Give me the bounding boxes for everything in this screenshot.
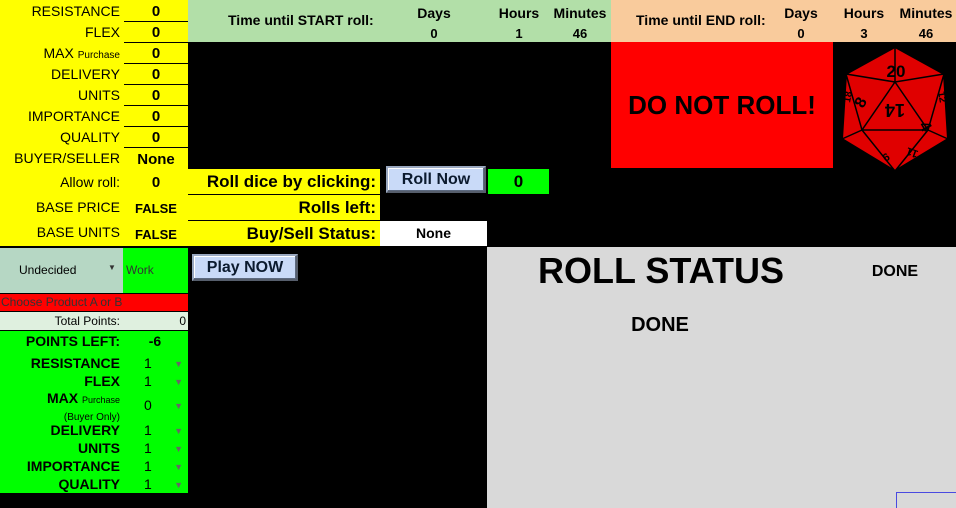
attr-value-max: 0 <box>124 45 188 64</box>
start-hours-label: Hours <box>498 5 540 21</box>
points-label-units: UNITS <box>78 440 120 456</box>
attr-value-base-price: FALSE <box>135 201 177 216</box>
points-label-delivery: DELIVERY <box>50 422 121 438</box>
points-label-resistance: RESISTANCE <box>30 355 120 371</box>
start-days-label: Days <box>417 5 451 21</box>
start-hours-value: 1 <box>515 26 523 41</box>
points-value-flex: 1 <box>144 373 152 389</box>
points-value-resistance: 1 <box>144 355 152 371</box>
start-minutes-value: 46 <box>572 26 588 41</box>
selection-marker <box>896 492 956 508</box>
roll-now-button[interactable]: Roll Now <box>386 166 486 193</box>
end-hours-value: 3 <box>860 26 868 41</box>
points-select-flex[interactable]: 1 ▼ <box>140 373 186 390</box>
attr-value-base-units: FALSE <box>135 227 177 242</box>
attr-value-quality: 0 <box>124 129 188 148</box>
points-select-delivery[interactable]: 1 ▼ <box>140 422 186 439</box>
roll-label: Roll dice by clicking: <box>206 172 376 191</box>
attr-label-delivery: DELIVERY <box>51 66 120 82</box>
attr-label-resistance: RESISTANCE <box>31 3 120 19</box>
d20-dice-icon: 20 14 8 4 6 11 18 12 <box>840 45 950 173</box>
points-select-quality[interactable]: 1 ▼ <box>140 476 186 493</box>
roll-status-sub: DONE <box>631 314 689 336</box>
chevron-down-icon: ▼ <box>174 401 183 411</box>
attr-value-resistance: 0 <box>124 3 188 22</box>
attr-label-importance: IMPORTANCE <box>27 108 120 124</box>
total-points-value: 0 <box>179 314 186 328</box>
attr-label-base-units: BASE UNITS <box>36 224 120 240</box>
end-minutes-value: 46 <box>918 26 934 41</box>
end-days-value: 0 <box>797 26 805 41</box>
chevron-down-icon: ▼ <box>174 444 183 454</box>
points-label-max-sub: Purchase <box>81 395 120 405</box>
points-left-label: POINTS LEFT: <box>25 333 120 349</box>
points-label-importance: IMPORTANCE <box>26 458 120 474</box>
choose-product-cell: Choose Product A or B <box>0 294 188 311</box>
total-points-row: Total Points: 0 <box>0 312 188 330</box>
d20-top-number: 20 <box>887 62 906 81</box>
start-minutes-label: Minutes <box>553 5 607 21</box>
chevron-down-icon: ▼ <box>174 480 183 490</box>
attr-label-units: UNITS <box>78 87 120 103</box>
points-value-delivery: 1 <box>144 422 152 438</box>
warning-panel: DO NOT ROLL! <box>611 42 833 168</box>
buysell-status-value: None <box>416 225 451 241</box>
points-value-units: 1 <box>144 440 152 456</box>
start-timer-title: Time until START roll: <box>228 12 374 28</box>
end-days-label: Days <box>784 5 818 21</box>
points-value-importance: 1 <box>144 458 152 474</box>
decision-dropdown[interactable]: Undecided ▼ <box>0 248 123 293</box>
total-points-label: Total Points: <box>54 314 120 328</box>
warning-text: DO NOT ROLL! <box>628 89 816 120</box>
points-label-max: MAX Purchase (Buyer Only) <box>0 391 120 425</box>
decision-dropdown-value: Undecided <box>19 263 77 277</box>
points-left-value: -6 <box>148 333 162 349</box>
attr-label-base-price: BASE PRICE <box>35 199 120 215</box>
attr-value-buyer-seller: None <box>137 151 175 168</box>
buysell-status-label: Buy/Sell Status: <box>246 224 376 243</box>
points-value-max: 0 <box>144 397 152 413</box>
attr-label-quality: QUALITY <box>60 129 120 145</box>
points-select-units[interactable]: 1 ▼ <box>140 440 186 457</box>
start-days-value: 0 <box>430 26 438 41</box>
end-timer-title: Time until END roll: <box>636 12 766 28</box>
play-now-button[interactable]: Play NOW <box>192 254 298 281</box>
attr-label-allow-roll: Allow roll: <box>60 174 120 190</box>
rolls-left-label: Rolls left: <box>298 198 376 217</box>
points-label-flex: FLEX <box>84 373 120 389</box>
attr-value-allow-roll: 0 <box>151 174 161 191</box>
roll-status-state: DONE <box>871 263 919 280</box>
points-select-resistance[interactable]: 1 ▼ <box>140 355 186 372</box>
d20-center-number: 14 <box>885 100 905 120</box>
points-label-quality: QUALITY <box>58 476 120 492</box>
end-minutes-label: Minutes <box>899 5 953 21</box>
attr-value-delivery: 0 <box>124 66 188 85</box>
chevron-down-icon: ▼ <box>174 359 183 369</box>
points-label-max-main: MAX <box>46 390 79 406</box>
points-select-importance[interactable]: 1 ▼ <box>140 458 186 475</box>
attr-label-buyer-seller: BUYER/SELLER <box>14 150 120 166</box>
choose-product-text: Choose Product A or B <box>1 295 123 309</box>
roll-status-title: ROLL STATUS <box>538 250 784 291</box>
chevron-down-icon: ▼ <box>108 263 116 272</box>
attr-label-max: MAX <box>43 45 74 61</box>
roll-result-value: 0 <box>513 172 524 191</box>
attr-value-importance: 0 <box>124 108 188 127</box>
attr-value-flex: 0 <box>124 24 188 43</box>
end-hours-label: Hours <box>843 5 885 21</box>
attr-value-units: 0 <box>124 87 188 106</box>
attr-label-max-purchase: MAX Purchase <box>0 45 120 61</box>
chevron-down-icon: ▼ <box>174 426 183 436</box>
points-select-max[interactable]: 0 ▼ <box>140 397 186 414</box>
chevron-down-icon: ▼ <box>174 462 183 472</box>
attr-label-flex: FLEX <box>84 24 120 40</box>
points-value-quality: 1 <box>144 476 152 492</box>
category-cell: Work <box>123 248 188 293</box>
attr-label-max-sub: Purchase <box>77 50 120 61</box>
chevron-down-icon: ▼ <box>174 377 183 387</box>
category-value: Work <box>126 263 154 277</box>
